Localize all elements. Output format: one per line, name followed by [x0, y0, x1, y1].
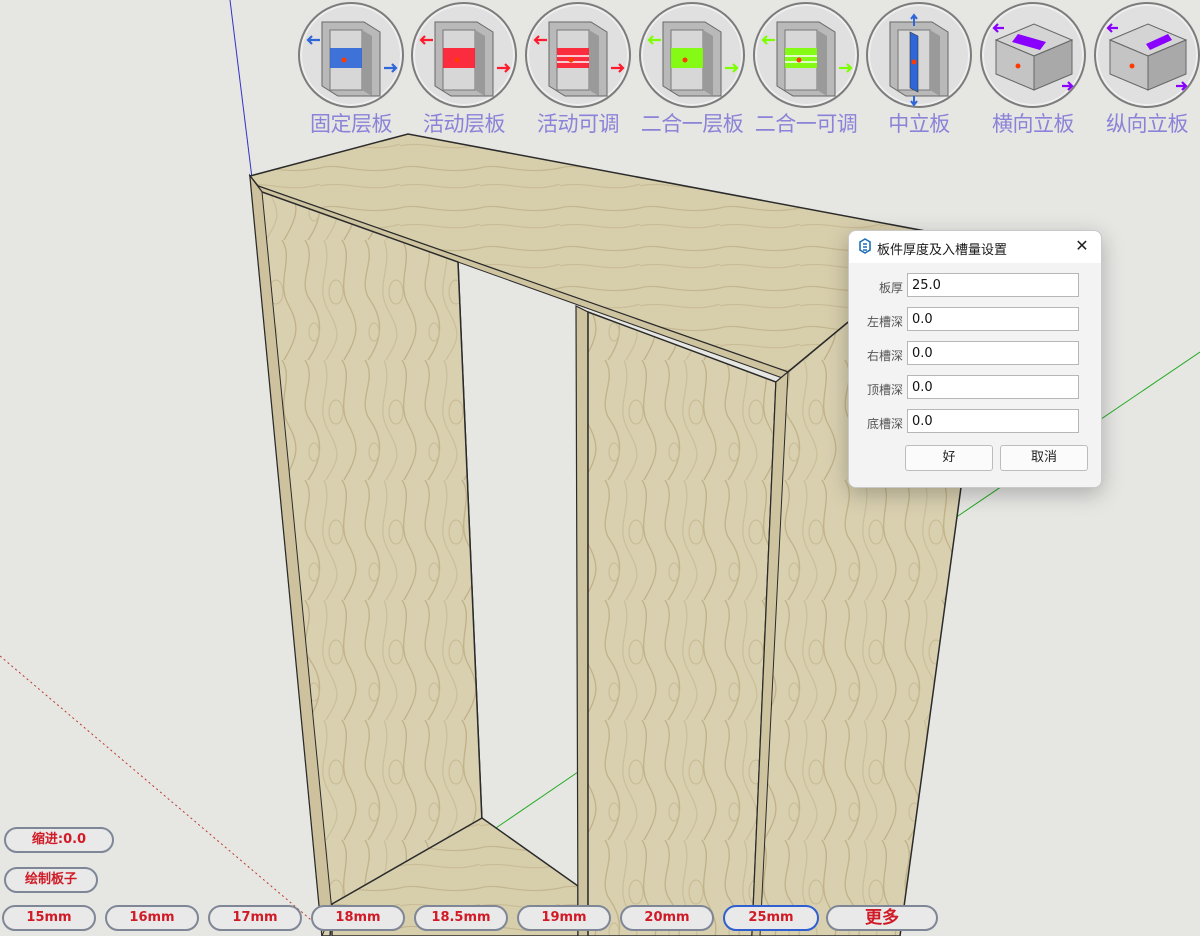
ok-button[interactable]: 好: [905, 445, 993, 471]
tool-label: 活动层板: [423, 112, 506, 136]
field-row-top-groove: 顶槽深: [849, 375, 1101, 403]
thickness-18mm-button[interactable]: 18mm: [311, 905, 405, 931]
thickness-25mm-button[interactable]: 25mm: [723, 905, 819, 931]
dialog-titlebar[interactable]: 板件厚度及入槽量设置 ✕: [849, 231, 1101, 263]
close-icon[interactable]: ✕: [1071, 235, 1093, 257]
middle-divider-icon: [866, 2, 972, 108]
middle-divider-panel[interactable]: [575, 305, 589, 936]
field-row-left-groove: 左槽深: [849, 307, 1101, 335]
green-axis-left: [489, 771, 579, 833]
tool-horizontal-panel[interactable]: 横向立板: [980, 2, 1090, 142]
tool-label: 二合一层板: [640, 112, 744, 136]
thickness-15mm-button[interactable]: 15mm: [2, 905, 96, 931]
tool-two-in-one-shelf[interactable]: 二合一层板: [639, 2, 749, 142]
tool-fixed-shelf[interactable]: 固定层板: [298, 2, 408, 142]
tool-label: 纵向立板: [1106, 112, 1189, 136]
indent-button[interactable]: 缩进:0.0: [4, 827, 114, 853]
left-side-panel[interactable]: [249, 173, 483, 936]
bottom-groove-input[interactable]: [907, 409, 1079, 433]
two-in-one-adjustable-icon: [753, 2, 859, 108]
tool-label: 横向立板: [992, 112, 1075, 136]
sketchup-icon: [859, 238, 871, 254]
tool-label: 中立板: [888, 112, 950, 136]
field-row-right-groove: 右槽深: [849, 341, 1101, 369]
two-in-one-shelf-icon: [639, 2, 745, 108]
right-groove-input[interactable]: [907, 341, 1079, 365]
tool-label: 活动可调: [537, 112, 620, 136]
thickness-17mm-button[interactable]: 17mm: [208, 905, 302, 931]
movable-shelf-icon: [411, 2, 517, 108]
field-row-thickness: 板厚: [849, 273, 1101, 301]
thickness-settings-dialog: 板件厚度及入槽量设置 ✕ 板厚 左槽深 右槽深 顶槽深 底槽深 好 取消: [848, 230, 1102, 488]
blue-axis: [229, 0, 253, 179]
field-label: 底槽深: [866, 417, 903, 431]
thickness-18-5mm-button[interactable]: 18.5mm: [414, 905, 508, 931]
field-label: 左槽深: [866, 315, 903, 329]
tool-movable-shelf[interactable]: 活动层板: [411, 2, 521, 142]
more-button[interactable]: 更多: [826, 905, 938, 931]
left-groove-input[interactable]: [907, 307, 1079, 331]
fixed-shelf-icon: [298, 2, 404, 108]
red-axis: [0, 655, 331, 936]
dialog-title: 板件厚度及入槽量设置: [877, 243, 1008, 258]
thickness-16mm-button[interactable]: 16mm: [105, 905, 199, 931]
thickness-input[interactable]: [907, 273, 1079, 297]
field-label: 右槽深: [866, 349, 903, 363]
field-label: 板厚: [878, 281, 903, 295]
top-groove-input[interactable]: [907, 375, 1079, 399]
horizontal-panel-icon: [980, 2, 1086, 108]
tool-two-in-one-adjustable[interactable]: 二合一可调: [753, 2, 863, 142]
tool-label: 固定层板: [310, 112, 393, 136]
tool-label: 二合一可调: [754, 112, 858, 136]
adjustable-shelf-icon: [525, 2, 631, 108]
tool-adjustable-shelf[interactable]: 活动可调: [525, 2, 635, 142]
tool-vertical-panel[interactable]: 纵向立板: [1094, 2, 1200, 142]
field-row-bottom-groove: 底槽深: [849, 409, 1101, 437]
draw-panel-button[interactable]: 绘制板子: [4, 867, 98, 893]
cancel-button[interactable]: 取消: [1000, 445, 1088, 471]
tool-middle-divider[interactable]: 中立板: [866, 2, 976, 142]
thickness-19mm-button[interactable]: 19mm: [517, 905, 611, 931]
thickness-20mm-button[interactable]: 20mm: [620, 905, 714, 931]
vertical-panel-icon: [1094, 2, 1200, 108]
field-label: 顶槽深: [866, 383, 903, 397]
